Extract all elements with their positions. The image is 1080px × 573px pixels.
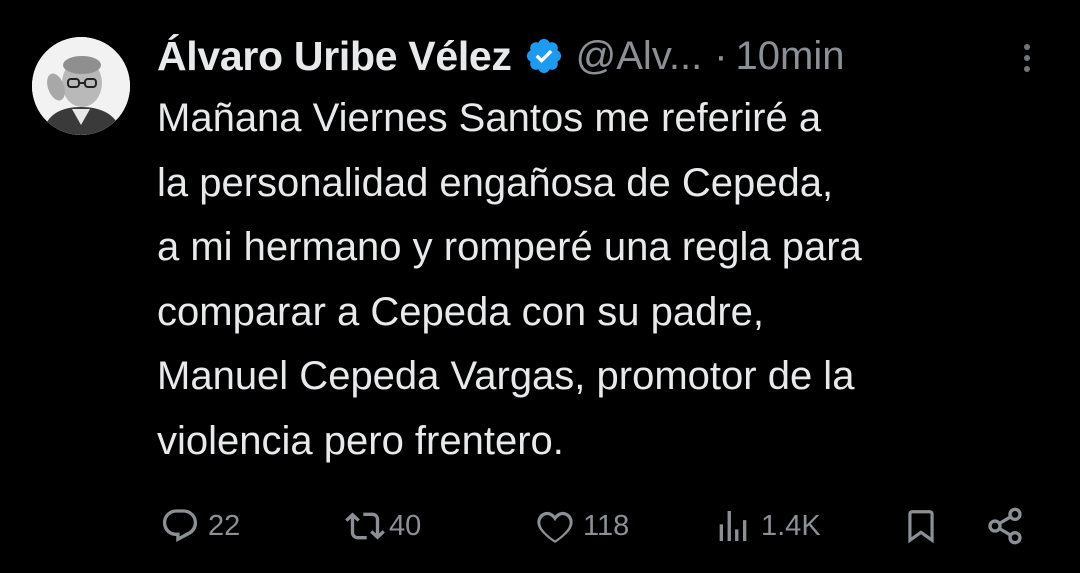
reply-icon	[160, 506, 200, 546]
views-count: 1.4K	[761, 509, 821, 542]
share-button[interactable]	[985, 500, 1025, 552]
heart-icon	[535, 506, 575, 546]
bookmark-button[interactable]	[902, 500, 940, 552]
more-vertical-icon[interactable]	[1017, 38, 1037, 78]
views-button[interactable]: 1.4K	[713, 500, 821, 552]
bookmark-icon	[902, 506, 940, 546]
author-handle[interactable]: @Alv...	[576, 34, 703, 79]
verified-badge-icon	[524, 36, 564, 76]
retweet-count: 40	[389, 509, 422, 542]
separator-dot: ·	[714, 33, 728, 78]
retweet-icon	[343, 506, 387, 546]
reply-count: 22	[208, 509, 241, 542]
tweet-header: Álvaro Uribe Vélez @Alv... · 10min	[157, 28, 844, 84]
tweet-text: Mañana Viernes Santos me referiré a la p…	[157, 96, 862, 463]
views-chart-icon	[713, 506, 753, 546]
like-count: 118	[583, 509, 630, 542]
like-button[interactable]: 118	[535, 500, 629, 552]
action-bar: 22 40 118 1.4K	[0, 500, 1080, 552]
share-icon	[985, 506, 1025, 546]
avatar[interactable]	[32, 37, 130, 135]
reply-button[interactable]: 22	[160, 500, 240, 552]
retweet-button[interactable]: 40	[343, 500, 421, 552]
author-display-name[interactable]: Álvaro Uribe Vélez	[157, 33, 512, 80]
timestamp[interactable]: 10min	[736, 34, 845, 79]
tweet[interactable]: Álvaro Uribe Vélez @Alv... · 10min Mañan…	[0, 0, 1080, 573]
